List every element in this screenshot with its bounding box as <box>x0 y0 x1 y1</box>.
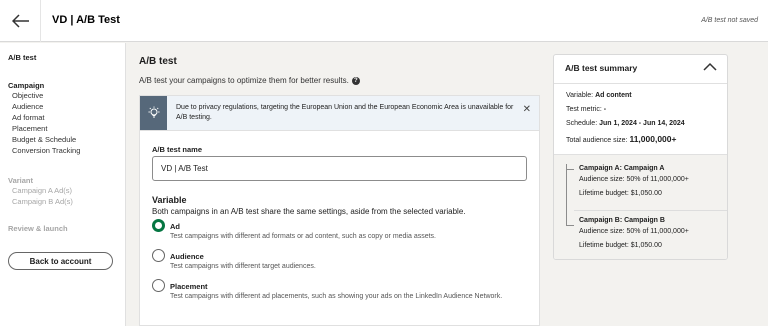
campaign-b-budget-value: $1,050.00 <box>630 242 662 249</box>
summary-metric-value: - <box>603 106 607 113</box>
sidebar-review-launch: Review & launch <box>8 224 68 233</box>
radio-audience-desc: Test campaigns with different target aud… <box>170 263 316 270</box>
variable-description: Both campaigns in an A/B test share the … <box>152 207 466 216</box>
left-sidebar: A/B test Campaign Objective Audience Ad … <box>0 43 126 326</box>
section-description: A/B test your campaigns to optimize them… <box>139 76 360 85</box>
page-title: VD | A/B Test <box>52 14 120 26</box>
campaign-a-audience: Audience size: 50% of 11,000,000+ <box>579 176 689 183</box>
summary-variable-label: Variable: <box>566 92 594 99</box>
summary-metric-label: Test metric: <box>566 106 602 113</box>
radio-placement[interactable] <box>152 279 165 292</box>
summary-variable-value: Ad content <box>595 92 632 99</box>
campaign-a-budget-value: $1,050.00 <box>630 190 662 197</box>
radio-audience-label[interactable]: Audience <box>170 252 204 261</box>
radio-ad[interactable] <box>152 219 165 232</box>
summary-schedule-label: Schedule: <box>566 120 598 127</box>
campaign-a-budget-label: Lifetime budget: <box>579 190 629 197</box>
campaign-b-audience-value: 50% of 11,000,000+ <box>626 228 689 235</box>
campaign-a-name: Campaign A: Campaign A <box>579 165 665 172</box>
sidebar-item-budget-schedule[interactable]: Budget & Schedule <box>12 135 76 144</box>
help-icon[interactable]: ? <box>351 76 360 85</box>
sidebar-item-campaign-b-ads: Campaign B Ad(s) <box>12 197 73 206</box>
chevron-up-icon[interactable] <box>703 62 717 72</box>
section-description-text: A/B test your campaigns to optimize them… <box>139 76 349 85</box>
campaign-a-budget: Lifetime budget: $1,050.00 <box>579 190 662 197</box>
summary-metric: Test metric: - <box>566 106 606 113</box>
sidebar-item-conversion-tracking[interactable]: Conversion Tracking <box>12 146 80 155</box>
save-status: A/B test not saved <box>701 17 758 24</box>
ab-test-name-label: A/B test name <box>152 145 203 154</box>
campaign-b-audience-label: Audience size: <box>579 228 625 235</box>
tree-tick-a <box>566 169 574 170</box>
tree-tick-b <box>566 225 574 226</box>
ab-test-name-input[interactable] <box>152 156 527 181</box>
top-header: VD | A/B Test A/B test not saved <box>0 0 768 42</box>
campaign-b-audience: Audience size: 50% of 11,000,000+ <box>579 228 689 235</box>
campaign-a-audience-label: Audience size: <box>579 176 625 183</box>
radio-ad-label[interactable]: Ad <box>170 222 180 231</box>
tree-connector <box>566 164 567 226</box>
ab-test-summary-panel: A/B test summary Variable: Ad content Te… <box>553 54 728 260</box>
summary-variable: Variable: Ad content <box>566 92 632 99</box>
back-arrow-icon[interactable] <box>11 13 30 29</box>
privacy-notice-text: Due to privacy regulations, targeting th… <box>176 104 514 121</box>
campaign-b-budget: Lifetime budget: $1,050.00 <box>579 242 662 249</box>
sidebar-item-objective[interactable]: Objective <box>12 91 43 100</box>
summary-schedule: Schedule: Jun 1, 2024 - Jun 14, 2024 <box>566 120 685 127</box>
radio-audience[interactable] <box>152 249 165 262</box>
summary-schedule-value: Jun 1, 2024 - Jun 14, 2024 <box>599 120 685 127</box>
sidebar-item-ad-format[interactable]: Ad format <box>12 113 45 122</box>
sidebar-item-campaign-a-ads: Campaign A Ad(s) <box>12 186 73 195</box>
header-divider <box>40 0 41 42</box>
campaign-b-budget-label: Lifetime budget: <box>579 242 629 249</box>
summary-title: A/B test summary <box>565 63 638 73</box>
sidebar-item-placement[interactable]: Placement <box>12 124 47 133</box>
campaign-divider <box>574 210 727 211</box>
radio-placement-desc: Test campaigns with different ad placeme… <box>170 293 503 300</box>
sidebar-variant-heading: Variant <box>8 176 34 185</box>
summary-divider <box>554 83 727 84</box>
sidebar-campaign-heading[interactable]: Campaign <box>8 81 44 90</box>
sidebar-item-audience[interactable]: Audience <box>12 102 43 111</box>
privacy-notice: Due to privacy regulations, targeting th… <box>139 95 540 131</box>
campaign-b-name: Campaign B: Campaign B <box>579 217 665 224</box>
close-icon[interactable]: ✕ <box>523 104 531 115</box>
summary-total-audience-value: 11,000,000+ <box>629 134 677 144</box>
lightbulb-icon <box>140 96 167 130</box>
radio-ad-desc: Test campaigns with different ad formats… <box>170 233 437 240</box>
summary-total-audience: Total audience size: 11,000,000+ <box>566 134 676 144</box>
radio-placement-label[interactable]: Placement <box>170 282 208 291</box>
section-title: A/B test <box>139 56 177 67</box>
campaign-a-audience-value: 50% of 11,000,000+ <box>626 176 689 183</box>
summary-campaigns: Campaign A: Campaign A Audience size: 50… <box>554 154 727 259</box>
back-to-account-button[interactable]: Back to account <box>8 252 113 270</box>
sidebar-item-ab-test[interactable]: A/B test <box>8 53 36 62</box>
summary-total-audience-label: Total audience size: <box>566 137 628 144</box>
variable-title: Variable <box>152 195 187 205</box>
